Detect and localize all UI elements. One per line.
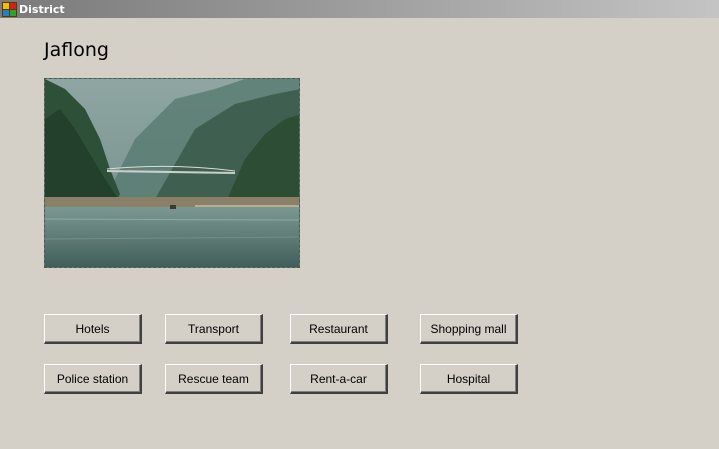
- rent-a-car-button[interactable]: Rent-a-car: [290, 364, 388, 394]
- hospital-button[interactable]: Hospital: [420, 364, 518, 394]
- shopping-mall-button[interactable]: Shopping mall: [420, 314, 518, 344]
- river-landscape-photo: [44, 78, 300, 268]
- police-station-button[interactable]: Police station: [44, 364, 142, 394]
- window-title: District: [19, 2, 65, 16]
- hotels-button[interactable]: Hotels: [44, 314, 142, 344]
- restaurant-button[interactable]: Restaurant: [290, 314, 388, 344]
- app-form-icon[interactable]: [2, 2, 17, 17]
- title-bar[interactable]: District: [0, 0, 719, 18]
- rescue-team-button[interactable]: Rescue team: [165, 364, 263, 394]
- transport-button[interactable]: Transport: [165, 314, 263, 344]
- place-name-label: Jaflong: [44, 39, 109, 61]
